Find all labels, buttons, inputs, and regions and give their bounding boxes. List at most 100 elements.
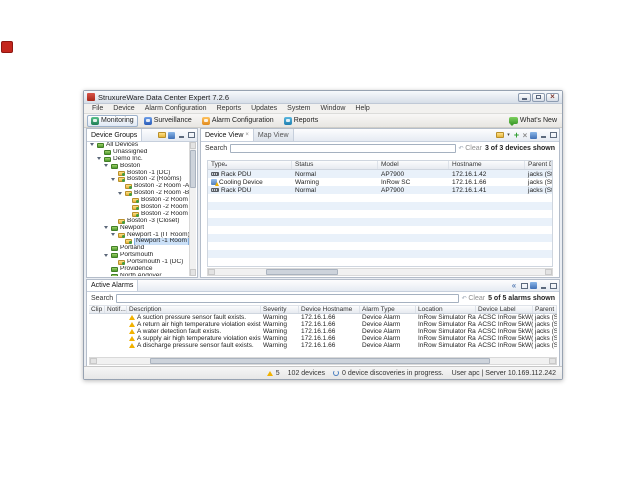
perspective-button[interactable]: Reports — [280, 115, 323, 127]
alarm-row[interactable]: A discharge pressure sensor fault exists… — [89, 342, 557, 349]
alarm-clip-cell[interactable] — [89, 321, 105, 328]
menu-item[interactable]: Device — [108, 105, 139, 112]
alarm-search-input[interactable] — [116, 294, 458, 303]
minimize-button[interactable] — [518, 93, 531, 102]
column-header[interactable]: Location — [416, 306, 476, 313]
perspective-button[interactable]: Surveillance — [140, 115, 196, 127]
scroll-left-icon[interactable] — [208, 269, 215, 275]
alarms-hscrollbar[interactable] — [89, 357, 557, 365]
device-row[interactable]: Rack PDU Normal AP7900 172.16.1.41 jacks… — [208, 186, 552, 194]
device-view-hscrollbar[interactable] — [207, 268, 553, 276]
add-device-icon[interactable]: + — [513, 130, 520, 140]
window-titlebar[interactable]: StruxureWare Data Center Expert 7.2.6 × — [84, 91, 562, 104]
perspective-button[interactable]: Alarm Configuration — [198, 115, 278, 127]
alarm-clip-cell[interactable] — [89, 314, 105, 321]
maximize-button[interactable] — [532, 93, 545, 102]
desktop-red-icon[interactable] — [1, 41, 13, 53]
close-button[interactable]: × — [546, 93, 559, 102]
menu-item[interactable]: File — [87, 105, 108, 112]
column-header[interactable]: Device Hostname — [299, 306, 360, 313]
tree-item[interactable]: Providence — [88, 266, 189, 273]
alarm-row[interactable]: A suction pressure sensor fault exists. … — [89, 314, 557, 321]
new-group-folder-icon[interactable] — [158, 132, 166, 138]
add-to-group-folder-icon[interactable] — [496, 132, 504, 138]
scroll-right-icon[interactable] — [545, 269, 552, 275]
maximize-view-icon[interactable] — [549, 131, 557, 139]
open-in-window-icon[interactable] — [520, 282, 528, 290]
column-header[interactable]: Alarm Type — [360, 306, 416, 313]
device-row[interactable]: Rack PDU Normal AP7900 172.16.1.42 jacks… — [208, 170, 552, 178]
maximize-view-icon[interactable] — [187, 131, 195, 139]
scroll-down-icon[interactable] — [190, 269, 196, 276]
remove-device-icon[interactable]: × — [522, 131, 528, 140]
column-header[interactable]: Severity — [261, 306, 299, 313]
close-tab-icon[interactable]: × — [245, 132, 249, 138]
menu-item[interactable]: Updates — [246, 105, 282, 112]
menu-item[interactable]: Window — [316, 105, 351, 112]
tree-item[interactable]: Newport -1 (IT Room) — [88, 232, 189, 239]
maximize-view-icon[interactable] — [549, 282, 557, 290]
alarm-clip-cell[interactable] — [89, 342, 105, 349]
column-header[interactable]: Notif... — [105, 306, 127, 313]
menu-item[interactable]: Help — [350, 105, 374, 112]
scroll-thumb[interactable] — [266, 269, 338, 275]
alarm-row[interactable]: A water detection fault exists. Warning … — [89, 328, 557, 335]
tree-item[interactable]: Boston -2 Room -B Rack -2 — [88, 204, 189, 211]
menu-item[interactable]: Alarm Configuration — [140, 105, 212, 112]
tree-item[interactable]: Boston -2 Room -A — [88, 183, 189, 190]
tree-item[interactable]: Boston — [88, 163, 189, 170]
menu-item[interactable]: Reports — [212, 105, 247, 112]
tree-item[interactable]: Portland — [88, 245, 189, 252]
tree-item[interactable]: Boston -1 (DC) — [88, 170, 189, 177]
configure-device-icon[interactable] — [530, 132, 537, 139]
scroll-thumb[interactable] — [150, 358, 490, 364]
tree-item[interactable]: Demo Inc. — [88, 156, 189, 163]
whats-new-button[interactable]: What's New — [509, 117, 559, 124]
tree-item[interactable]: Boston -3 (Closet) — [88, 218, 189, 225]
tree-item[interactable]: Portsmouth — [88, 252, 189, 259]
tree-item[interactable]: Boston -2 Room -B — [88, 190, 189, 197]
tab-active-alarms[interactable]: Active Alarms — [87, 280, 138, 291]
scroll-thumb[interactable] — [190, 150, 196, 188]
tree-item[interactable]: Portsmouth -1 (DC) — [88, 259, 189, 266]
column-header[interactable]: Model — [378, 161, 449, 169]
chevron-down-icon[interactable]: ▾ — [506, 132, 511, 138]
scroll-up-icon[interactable] — [190, 142, 196, 149]
column-header[interactable]: Parent Device — [525, 161, 552, 169]
column-header[interactable]: Parent Device — [533, 306, 557, 313]
column-header[interactable]: Description — [127, 306, 261, 313]
status-device-count[interactable]: 102 devices — [288, 370, 325, 377]
perspective-button[interactable]: Monitoring — [87, 115, 138, 127]
tree-item[interactable]: Boston -2 (Rooms) — [88, 176, 189, 183]
column-header[interactable]: Clip — [89, 306, 105, 313]
device-row[interactable]: Cooling Device Warning InRow SC 172.16.1… — [208, 178, 552, 186]
collapse-all-icon[interactable]: « — [510, 281, 518, 290]
alarm-clip-cell[interactable] — [89, 328, 105, 335]
tree-item[interactable]: Boston -2 Room -B Rack -3 — [88, 211, 189, 218]
tree-item[interactable]: Unassigned — [88, 149, 189, 156]
minimize-view-icon[interactable] — [539, 282, 547, 290]
menu-item[interactable]: System — [282, 105, 315, 112]
alarm-clip-cell[interactable] — [89, 335, 105, 342]
column-header[interactable]: Device Label — [476, 306, 533, 313]
device-view-tab[interactable]: Map View × — [254, 129, 294, 141]
column-header[interactable]: Type — [208, 161, 292, 169]
column-header[interactable]: Hostname — [449, 161, 525, 169]
tree-scrollbar[interactable] — [189, 142, 196, 276]
alarm-row[interactable]: A supply air high temperature violation … — [89, 335, 557, 342]
alarm-history-icon[interactable] — [530, 282, 537, 289]
tree-item[interactable]: Boston -2 Room -B Rack -1 — [88, 197, 189, 204]
tree-item[interactable]: Newport -1 Room -A — [88, 238, 189, 245]
tree-item[interactable]: All Devices — [88, 142, 189, 149]
minimize-view-icon[interactable] — [177, 131, 185, 139]
scroll-right-icon[interactable] — [549, 358, 556, 364]
minimize-view-icon[interactable] — [539, 131, 547, 139]
status-alarm-count[interactable]: 5 — [276, 370, 280, 377]
device-search-input[interactable] — [230, 144, 455, 153]
tree-item[interactable]: North Andover — [88, 273, 189, 276]
clear-device-search-button[interactable]: Clear — [459, 145, 482, 152]
tab-device-groups[interactable]: Device Groups — [87, 129, 142, 141]
clear-alarm-search-button[interactable]: Clear — [462, 295, 485, 302]
tree-item[interactable]: Newport — [88, 225, 189, 232]
column-header[interactable]: Status — [292, 161, 378, 169]
